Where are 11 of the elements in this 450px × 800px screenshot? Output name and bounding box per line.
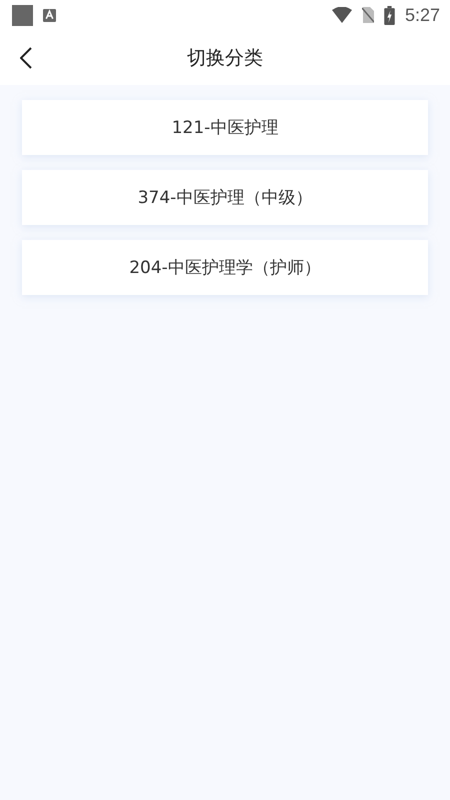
back-icon <box>20 47 32 69</box>
status-time: 5:27 <box>404 4 440 26</box>
battery-charging-icon <box>384 6 395 24</box>
category-item[interactable]: 121-中医护理 <box>22 100 428 155</box>
no-sim-icon <box>362 7 374 23</box>
category-item[interactable]: 204-中医护理学（护师） <box>22 240 428 295</box>
keyboard-notification-icon <box>43 8 56 22</box>
app-notification-icon <box>12 4 33 26</box>
page-title: 切换分类 <box>187 46 263 70</box>
category-item[interactable]: 374-中医护理（中级） <box>22 170 428 225</box>
wifi-icon <box>332 7 352 23</box>
